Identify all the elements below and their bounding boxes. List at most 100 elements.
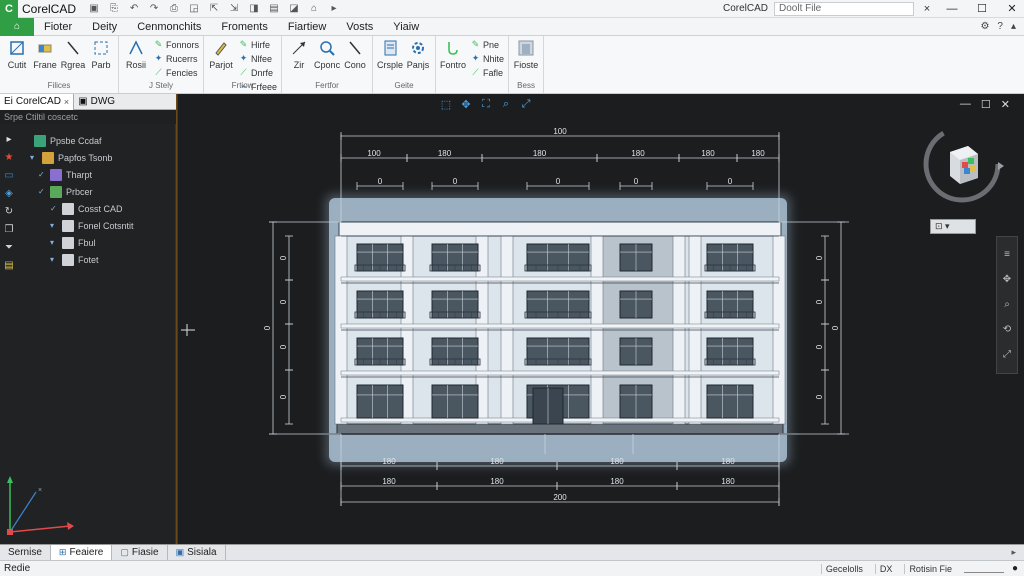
orbit-icon[interactable]: ⟲ <box>1003 324 1011 335</box>
ribbon-tool-fioste[interactable]: Fioste <box>513 38 539 70</box>
tree-item[interactable]: ✓ Tharpt <box>20 166 170 183</box>
quick-access-icon[interactable]: ◲ <box>186 3 202 14</box>
quick-access-icon[interactable]: ▣ <box>86 3 102 14</box>
tree-twist-icon[interactable]: ✓ <box>50 204 58 213</box>
ribbon-mini-pne[interactable]: ✎ Pne <box>470 38 504 51</box>
filter-icon[interactable]: ⏷ <box>2 240 16 254</box>
monitor-icon[interactable]: ▭ <box>2 168 16 182</box>
tree-item[interactable]: ▾ Fotet <box>20 251 170 268</box>
ribbon-mini-nhite[interactable]: ✦ Nhite <box>470 52 504 65</box>
ribbon-mini-fafle[interactable]: ⟋ Fafle <box>470 66 504 79</box>
tree-item[interactable]: ▾ Fonel Cotsntit <box>20 217 170 234</box>
ribbon-tool-fontro[interactable]: Fontro <box>440 38 466 70</box>
quick-access-icon[interactable]: ⎙ <box>166 3 182 14</box>
status-item[interactable]: Gecelolls <box>820 563 867 574</box>
tree-twist-icon[interactable]: ▾ <box>30 153 38 162</box>
tree-twist-icon[interactable]: ▾ <box>50 255 58 264</box>
cube-icon[interactable]: ◈ <box>2 186 16 200</box>
menu-tab-2[interactable]: Deity <box>82 21 127 33</box>
ribbon-mini-fonnors[interactable]: ✎ Fonnors <box>153 38 199 51</box>
menu-tab-5[interactable]: Fiartiew <box>278 21 337 33</box>
star-icon[interactable]: ★ <box>2 150 16 164</box>
layout-tab-sernise[interactable]: Sernise <box>0 544 51 561</box>
quick-access-icon[interactable]: ↷ <box>146 3 162 14</box>
quick-access-icon[interactable]: ⌂ <box>306 3 322 14</box>
menu-tab-1[interactable]: Fioter <box>34 21 82 33</box>
layout-scroll-icon[interactable]: ▸ <box>1011 547 1024 558</box>
extents-icon[interactable]: ⤢ <box>1003 349 1011 360</box>
tree-item[interactable]: ▾ Fbul <box>20 234 170 251</box>
quick-access-icon[interactable]: ▤ <box>266 3 282 14</box>
pointer-icon[interactable]: ▸ <box>2 132 16 146</box>
settings-icon[interactable]: ⚙ <box>980 21 989 32</box>
tree-item[interactable]: ✓ Prbcer <box>20 183 170 200</box>
menu-tab-7[interactable]: Yiaiw <box>383 21 429 33</box>
search-clear-icon[interactable]: × <box>920 3 934 15</box>
tree-twist-icon[interactable]: ✓ <box>38 187 46 196</box>
note-icon[interactable]: ▤ <box>2 258 16 272</box>
select-window-icon[interactable]: ⬚ <box>440 98 452 111</box>
help-icon[interactable]: ? <box>997 21 1003 32</box>
menu-icon[interactable]: ≡ <box>1004 249 1010 260</box>
maximize-button[interactable]: ☐ <box>970 2 994 15</box>
search-input[interactable]: Doolt File <box>774 1 914 16</box>
ribbon-tool-parb[interactable]: Parb <box>88 38 114 70</box>
ribbon-tool-cponc[interactable]: Cponc <box>314 38 340 70</box>
tree-item[interactable]: ✓ Cosst CAD <box>20 200 170 217</box>
status-item[interactable]: DX <box>874 563 897 574</box>
viewport-close-button[interactable]: ✕ <box>1001 98 1010 111</box>
ribbon-tool-zir[interactable]: Zir <box>286 38 312 70</box>
doc-tab-dwg[interactable]: ▣ DWG <box>74 94 119 110</box>
quick-access-icon[interactable]: ▸ <box>326 3 342 14</box>
ribbon-tool-frane[interactable]: Frane <box>32 38 58 70</box>
tree-twist-icon[interactable]: ▾ <box>50 238 58 247</box>
zoom-extents-icon[interactable]: ⤢ <box>520 98 532 111</box>
ribbon-mini-dnrfe[interactable]: ⟋ Dnrfe <box>238 66 277 79</box>
quick-access-icon[interactable]: ⇲ <box>226 3 242 14</box>
status-end-icon[interactable]: ● <box>1012 563 1018 574</box>
menu-tab-3[interactable]: Cenmonchits <box>127 21 211 33</box>
zoom-icon[interactable]: ⌕ <box>500 98 512 111</box>
view-dropdown[interactable]: ⊡ ▾ <box>930 219 976 234</box>
viewport-minimize-button[interactable]: — <box>960 98 971 111</box>
view-cube[interactable] <box>920 122 1004 206</box>
zoom-icon[interactable]: ⌕ <box>1004 299 1010 310</box>
ribbon-mini-rucerrs[interactable]: ✦ Rucerrs <box>153 52 199 65</box>
quick-access-icon[interactable]: ⇱ <box>206 3 222 14</box>
quick-access-icon[interactable]: ↶ <box>126 3 142 14</box>
ribbon-tool-cutit[interactable]: Cutit <box>4 38 30 70</box>
close-button[interactable]: ✕ <box>1000 2 1024 15</box>
ribbon-mini-fencies[interactable]: ⟋ Fencies <box>153 66 199 79</box>
home-tab[interactable]: ⌂ <box>0 17 34 36</box>
quick-access-icon[interactable]: ◪ <box>286 3 302 14</box>
pan-icon[interactable]: ✥ <box>460 98 472 111</box>
tree-twist-icon[interactable]: ✓ <box>38 170 46 179</box>
doc-tab-corelcad[interactable]: Ei CorelCAD × <box>0 93 75 110</box>
status-item[interactable]: Rotisin Fie <box>904 563 956 574</box>
layout-tab-sisiala[interactable]: ▣ Sisiala <box>168 544 226 561</box>
ribbon-tool-rgrea[interactable]: Rgrea <box>60 38 86 70</box>
quick-access-icon[interactable]: ⎘ <box>106 3 122 14</box>
ribbon-tool-crsple[interactable]: Crsple <box>377 38 403 70</box>
copy-icon[interactable]: ❐ <box>2 222 16 236</box>
tree-item[interactable]: ▾ Papfos Tsonb <box>20 149 170 166</box>
fit-icon[interactable]: ⛶ <box>480 98 492 111</box>
minimize-button[interactable]: — <box>940 3 964 15</box>
ribbon-tool-cono[interactable]: Cono <box>342 38 368 70</box>
ribbon-mini-nlfee[interactable]: ✦ Nlfee <box>238 52 277 65</box>
menu-tab-4[interactable]: Froments <box>211 21 277 33</box>
pan-icon[interactable]: ✥ <box>1003 274 1011 285</box>
layout-tab-feaiere[interactable]: ⊞ Feaiere <box>50 544 113 561</box>
zoom-slider[interactable]: — <box>963 565 1004 573</box>
tree-item[interactable]: Ppsbe Ccdaf <box>20 132 170 149</box>
rotate-icon[interactable]: ↻ <box>2 204 16 218</box>
quick-access-icon[interactable]: ◨ <box>246 3 262 14</box>
close-icon[interactable]: × <box>64 97 69 107</box>
ribbon-tool-panjs[interactable]: Panjs <box>405 38 431 70</box>
ribbon-mini-hirfe[interactable]: ✎ Hirfe <box>238 38 277 51</box>
menu-tab-6[interactable]: Vosts <box>336 21 383 33</box>
ribbon-tool-rosii[interactable]: Rosii <box>123 38 149 70</box>
ribbon-tool-parjot[interactable]: Parjot <box>208 38 234 70</box>
tree-twist-icon[interactable]: ▾ <box>50 221 58 230</box>
layout-tab-fiasie[interactable]: ▢ Fiasie <box>112 544 168 561</box>
